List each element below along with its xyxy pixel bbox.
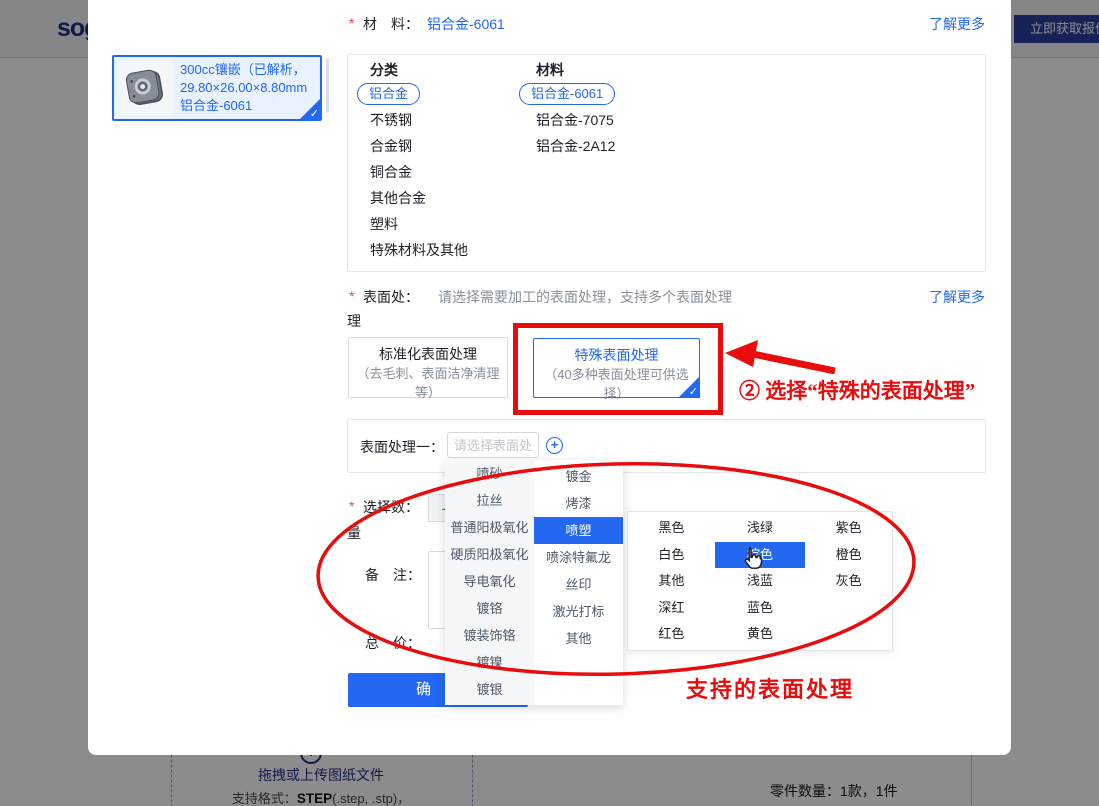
part-dimensions: 29.80×26.00×8.80mm: [180, 79, 320, 97]
surface-label: 表面处：: [363, 287, 419, 307]
color-option[interactable]: 黑色: [628, 515, 715, 542]
material-column-header: 材料: [536, 60, 564, 80]
treatment-option[interactable]: 普通阳极氧化: [445, 514, 534, 541]
part-3d-icon: [119, 61, 173, 115]
treatment-option[interactable]: 丝印: [534, 571, 623, 598]
total-price-label: 总 价：: [365, 633, 421, 653]
treatment-option[interactable]: 其他: [534, 625, 623, 652]
category-item[interactable]: 塑料: [370, 214, 398, 234]
treatment-option[interactable]: 硬质阳极氧化: [445, 541, 534, 568]
color-col1: 黑色 白色 其他 深红 红色: [628, 515, 715, 650]
color-option[interactable]: 橙色: [805, 542, 892, 569]
treatment-option[interactable]: 镀装饰铬: [445, 622, 534, 649]
annotation-rectangle: [513, 323, 723, 415]
category-item-selected[interactable]: 铝合金: [357, 83, 420, 105]
remark-label: 备 注：: [365, 565, 421, 585]
part-name: 300cc镶嵌（已解析，: [180, 61, 320, 79]
required-asterisk: *: [349, 15, 354, 31]
color-option[interactable]: 白色: [628, 542, 715, 569]
add-treatment-icon[interactable]: +: [546, 437, 563, 454]
required-asterisk: *: [349, 498, 354, 514]
standard-surface-card[interactable]: 标准化表面处理 （去毛刺、表面洁净清理等）: [348, 337, 508, 398]
color-col2: 浅绿 棕色 浅蓝 蓝色 黄色: [715, 515, 806, 650]
treatment-option[interactable]: 激光打标: [534, 598, 623, 625]
treatment-option[interactable]: 喷涂特氟龙: [534, 544, 623, 571]
color-option[interactable]: 浅绿: [715, 515, 806, 542]
category-item[interactable]: 特殊材料及其他: [370, 240, 468, 260]
annotation-step2-text: ② 选择“特殊的表面处理”: [739, 375, 975, 405]
surface-learn-more-link[interactable]: 了解更多: [929, 287, 985, 307]
color-submenu: 黑色 白色 其他 深红 红色 浅绿 棕色 浅蓝 蓝色 黄色 紫色 橙色 灰色: [627, 511, 893, 651]
category-item[interactable]: 其他合金: [370, 188, 426, 208]
treatment-option-selected[interactable]: 喷塑: [534, 517, 623, 544]
treatment-option[interactable]: 镀铬: [445, 595, 534, 622]
standard-surface-subtitle: （去毛刺、表面洁净清理等）: [349, 364, 507, 402]
category-item[interactable]: 合金钢: [370, 136, 412, 156]
part-thumbnail: [119, 61, 173, 115]
screen: sog 立即获取报价 + 拖拽或上传图纸文件 支持格式：STEP(.step, …: [0, 0, 1099, 806]
treatment-option[interactable]: 镀银: [445, 676, 534, 703]
material-value: 铝合金-6061: [427, 14, 505, 34]
treatment-option[interactable]: 镀金: [534, 463, 623, 490]
material-item[interactable]: 铝合金-7075: [536, 110, 614, 130]
color-col3: 紫色 橙色 灰色: [805, 515, 892, 650]
color-option[interactable]: 蓝色: [715, 595, 806, 622]
part-card[interactable]: 300cc镶嵌（已解析， 29.80×26.00×8.80mm 铝合金-6061…: [112, 55, 322, 121]
material-label: 材 料：: [363, 14, 419, 34]
treatment-option[interactable]: 喷砂: [445, 460, 534, 487]
cursor-hand-icon: [740, 545, 766, 575]
part-list-scrollbar[interactable]: [326, 58, 329, 113]
treatment-dropdown: 喷砂 拉丝 普通阳极氧化 硬质阳极氧化 导电氧化 镀铬 镀装饰铬 镀镍 镀银 镀…: [445, 460, 623, 705]
material-item[interactable]: 铝合金-2A12: [536, 136, 615, 156]
color-option[interactable]: 其他: [628, 568, 715, 595]
color-option[interactable]: 黄色: [715, 621, 806, 648]
color-option[interactable]: 紫色: [805, 515, 892, 542]
category-column-header: 分类: [370, 60, 398, 80]
category-item[interactable]: 铜合金: [370, 162, 412, 182]
color-option[interactable]: 深红: [628, 595, 715, 622]
surface-label-wrap: 理: [347, 311, 361, 331]
treatment-one-label: 表面处理一：: [360, 437, 444, 457]
required-asterisk: *: [349, 288, 354, 304]
treatment-option[interactable]: 烤漆: [534, 490, 623, 517]
color-option[interactable]: 灰色: [805, 568, 892, 595]
color-option[interactable]: 红色: [628, 621, 715, 648]
treatment-option[interactable]: 拉丝: [445, 487, 534, 514]
quantity-label-wrap: 量: [347, 523, 361, 543]
material-learn-more-link[interactable]: 了解更多: [929, 14, 985, 34]
category-item[interactable]: 不锈钢: [370, 110, 412, 130]
quantity-label: 选择数：: [363, 497, 419, 517]
treatment-option[interactable]: 导电氧化: [445, 568, 534, 595]
surface-hint: 请选择需要加工的表面处理，支持多个表面处理: [438, 287, 732, 307]
standard-surface-title: 标准化表面处理: [349, 344, 507, 364]
treatment-dropdown-col1: 喷砂 拉丝 普通阳极氧化 硬质阳极氧化 导电氧化 镀铬 镀装饰铬 镀镍 镀银: [445, 460, 534, 705]
check-icon: ✓: [310, 107, 319, 120]
annotation-supported-text: 支持的表面处理: [686, 672, 854, 704]
treatment-select-input[interactable]: [447, 432, 539, 458]
treatment-option[interactable]: 镀镍: [445, 649, 534, 676]
treatment-dropdown-col2: 镀金 烤漆 喷塑 喷涂特氟龙 丝印 激光打标 其他: [534, 460, 623, 705]
material-item-selected[interactable]: 铝合金-6061: [519, 83, 615, 105]
